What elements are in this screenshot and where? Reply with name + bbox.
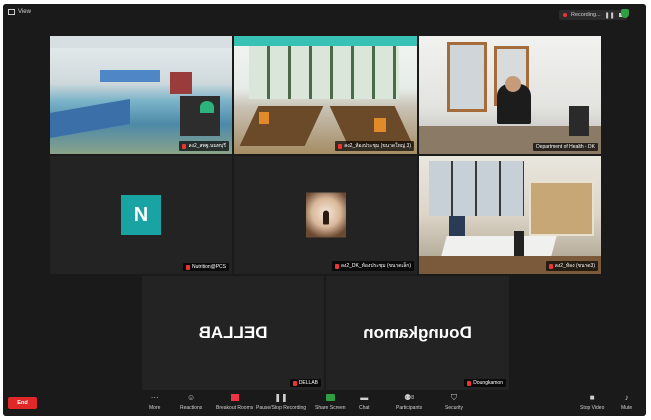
pause-icon[interactable]: ❚❚ bbox=[605, 12, 615, 19]
meeting-room-video bbox=[234, 36, 417, 154]
participant-display-name: DELLAB bbox=[198, 323, 268, 342]
view-label: View bbox=[18, 9, 31, 15]
classroom-video bbox=[50, 36, 232, 154]
participants-button[interactable]: ⚉ 8 Participants bbox=[396, 393, 422, 411]
video-tile-4[interactable]: N Nutrition@PCS bbox=[50, 156, 232, 274]
end-meeting-button[interactable]: End bbox=[8, 397, 37, 409]
video-tile-2[interactable]: ลง2_ห้องประชุม (ขนาดใหญ่ 3) bbox=[234, 36, 417, 154]
participant-photo bbox=[305, 192, 346, 238]
participant-name: DELLAB bbox=[289, 379, 321, 387]
mute-button[interactable]: ♪ Mute bbox=[621, 393, 632, 411]
pause-recording-icon: ❚❚ bbox=[274, 393, 288, 402]
participant-name: Department of Health - DK bbox=[533, 143, 598, 151]
participant-name: Doungkamon bbox=[464, 379, 506, 387]
participant-name: ลง2_ห้องประชุม (ขนาดใหญ่ 3) bbox=[335, 141, 414, 151]
participant-name: ลง2_ห้อง (ขนาด3) bbox=[545, 261, 598, 271]
chat-button[interactable]: ▬ Chat bbox=[359, 393, 370, 411]
video-tile-1[interactable]: ลง2_สพฐ.นนทบุรี bbox=[50, 36, 232, 154]
video-tile-6[interactable]: ลง2_ห้อง (ขนาด3) bbox=[419, 156, 601, 274]
security-shield-icon bbox=[621, 9, 629, 18]
recording-label: Recording... bbox=[571, 12, 601, 18]
mic-muted-icon bbox=[338, 143, 343, 149]
reactions-icon: ☺ bbox=[187, 393, 196, 402]
recording-indicator[interactable]: Recording... ❚❚ bbox=[559, 10, 627, 20]
pause-stop-recording-button[interactable]: ❚❚ Pause/Stop Recording bbox=[256, 393, 306, 411]
video-tile-7[interactable]: DELLAB DELLAB bbox=[142, 276, 324, 390]
more-button[interactable]: ··· More bbox=[149, 393, 160, 411]
grid-icon bbox=[8, 9, 15, 15]
participant-name: Nutrition@PCS bbox=[183, 263, 229, 271]
office-video bbox=[419, 36, 601, 154]
video-tile-8[interactable]: Doungkamon Doungkamon bbox=[326, 276, 509, 390]
mic-muted-icon bbox=[334, 263, 339, 269]
participant-name: ลง2_DK_ห้องประชุม (ขนาดเล็ก) bbox=[331, 261, 414, 271]
share-screen-button[interactable]: Share Screen bbox=[315, 393, 346, 411]
participant-avatar: N bbox=[121, 195, 161, 235]
zoom-window: View Recording... ❚❚ ลง2_สพฐ.นนทบุรี ลง2… bbox=[3, 4, 646, 416]
participant-display-name: Doungkamon bbox=[363, 323, 472, 342]
meeting-toolbar: End ··· More ☺ Reactions Breakout Rooms … bbox=[3, 391, 646, 416]
mic-muted-icon bbox=[182, 143, 187, 149]
participant-name: ลง2_สพฐ.นนทบุรี bbox=[179, 141, 229, 151]
top-bar: View Recording... ❚❚ bbox=[3, 4, 646, 24]
reactions-button[interactable]: ☺ Reactions bbox=[180, 393, 202, 411]
mic-muted-icon bbox=[548, 263, 553, 269]
view-button[interactable]: View bbox=[8, 9, 31, 15]
more-icon: ··· bbox=[150, 393, 159, 402]
video-tile-3-active-speaker[interactable]: Department of Health - DK bbox=[419, 36, 601, 154]
conference-room-video bbox=[419, 156, 601, 274]
video-tile-5[interactable]: ลง2_DK_ห้องประชุม (ขนาดเล็ก) bbox=[234, 156, 417, 274]
chat-icon: ▬ bbox=[360, 393, 369, 402]
share-screen-icon bbox=[325, 393, 335, 402]
video-camera-icon: ■ bbox=[589, 393, 595, 402]
mic-muted-icon bbox=[292, 380, 297, 386]
breakout-rooms-button[interactable]: Breakout Rooms bbox=[216, 393, 253, 411]
recording-dot-icon bbox=[563, 13, 567, 17]
participants-icon: ⚉ 8 bbox=[404, 393, 415, 402]
mic-muted-icon bbox=[467, 380, 472, 386]
breakout-rooms-icon bbox=[230, 393, 239, 402]
microphone-icon: ♪ bbox=[624, 393, 629, 402]
security-icon: ⛉ bbox=[451, 392, 458, 402]
mic-muted-icon bbox=[186, 264, 191, 270]
stop-video-button[interactable]: ■ Stop Video bbox=[580, 393, 604, 411]
participants-count: 8 bbox=[411, 394, 415, 401]
security-button[interactable]: ⛉ Security bbox=[445, 392, 463, 412]
